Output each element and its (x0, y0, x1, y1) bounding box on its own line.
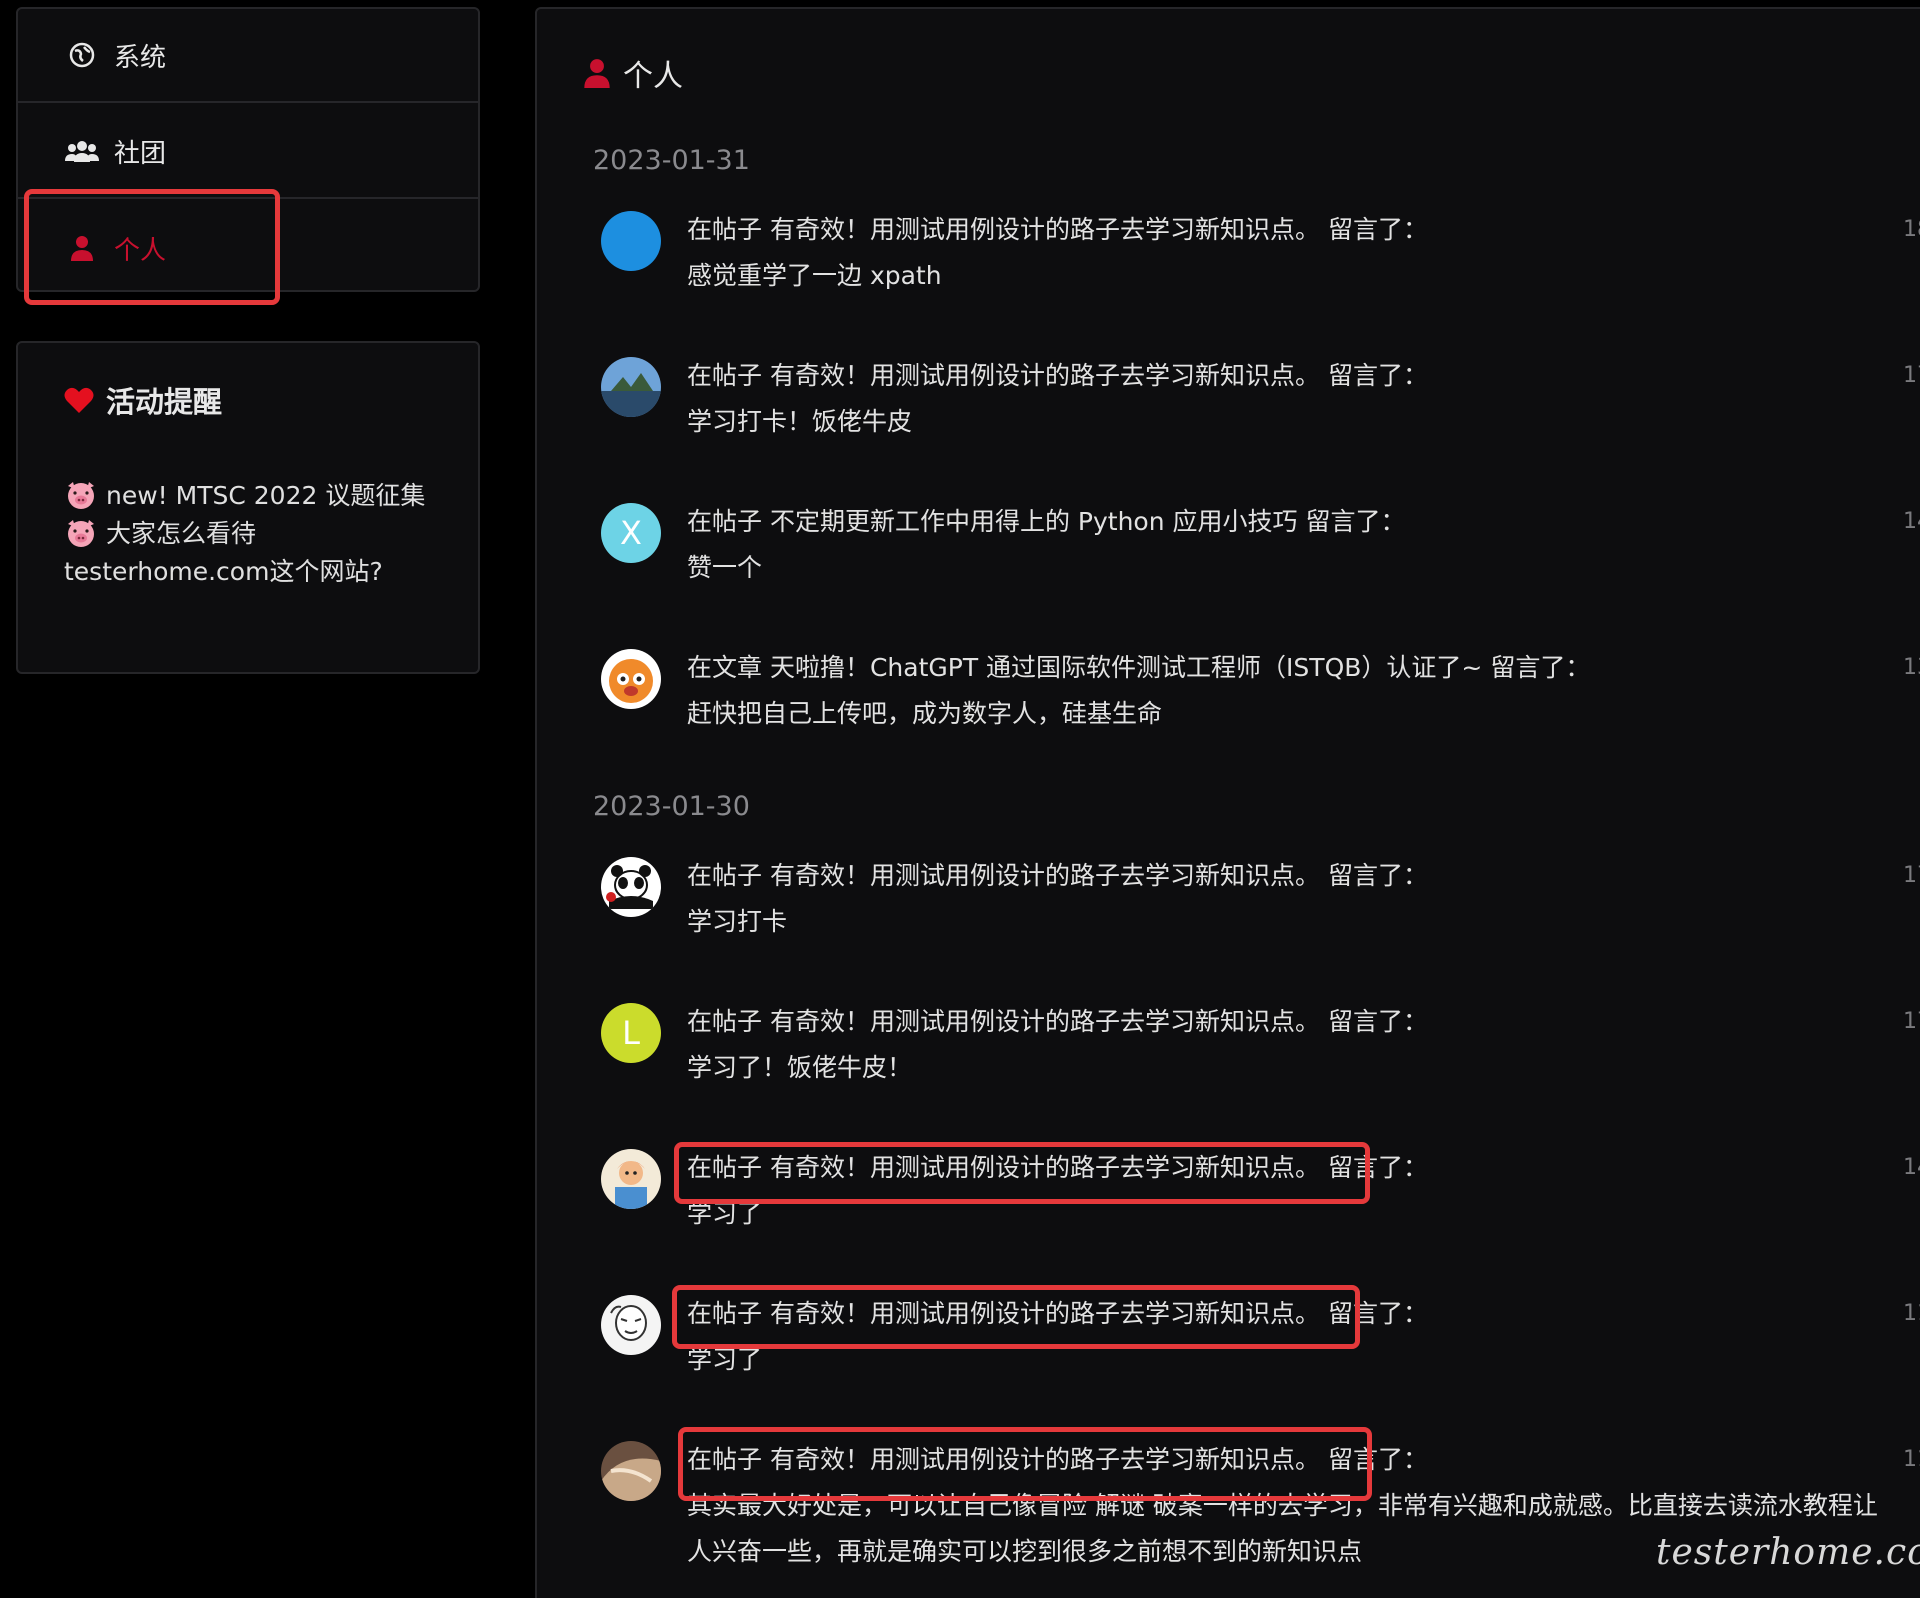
avatar[interactable] (601, 1149, 661, 1209)
timestamp: 14 (1903, 1155, 1920, 1180)
entry-suffix: 留言了： (1305, 507, 1406, 536)
entry-prefix: 在帖子 (687, 861, 763, 890)
pig-icon (68, 482, 94, 509)
entry-suffix: 留言了： (1327, 1007, 1428, 1036)
comment-text: 感觉重学了一边 xpath (687, 261, 942, 290)
entry-text: 在帖子 有奇效！用测试用例设计的路子去学习新知识点。 留言了： 学习了 (687, 1291, 1897, 1383)
timestamp: 14 (1903, 509, 1920, 534)
page-title: 个人 (583, 51, 683, 95)
post-link[interactable]: 有奇效！用测试用例设计的路子去学习新知识点。 (770, 1153, 1320, 1182)
entry-suffix: 留言了： (1327, 1153, 1428, 1182)
activity-link[interactable]: 大家怎么看待 testerhome.com这个网站? (64, 515, 444, 591)
page: 系统 社团 个人 活动提醒 new! MTSC 2022 议题征集 大家怎么看待… (0, 0, 1920, 1598)
entry-prefix: 在帖子 (687, 1007, 763, 1036)
users-icon (64, 135, 100, 167)
timestamp: 17 (1903, 363, 1920, 388)
entry-prefix: 在文章 (687, 653, 763, 682)
comment-text: 学习打卡！饭佬牛皮 (687, 407, 913, 436)
comment-text: 学习打卡 (687, 907, 788, 936)
activity-title: 活动提醒 (64, 379, 222, 421)
entry-prefix: 在帖子 (687, 215, 763, 244)
entry-suffix: 留言了： (1490, 653, 1591, 682)
date-header: 2023-01-30 (593, 791, 750, 822)
entry-text: 在帖子 有奇效！用测试用例设计的路子去学习新知识点。 留言了： 学习打卡！饭佬牛… (687, 353, 1897, 445)
entry-text: 在帖子 有奇效！用测试用例设计的路子去学习新知识点。 留言了： 学习打卡 (687, 853, 1897, 945)
avatar[interactable] (601, 357, 661, 417)
timestamp: 17 (1903, 863, 1920, 888)
entry-prefix: 在帖子 (687, 1153, 763, 1182)
activity-list: new! MTSC 2022 议题征集 大家怎么看待 testerhome.co… (64, 477, 444, 591)
avatar[interactable] (601, 857, 661, 917)
activity-link-text: 大家怎么看待 testerhome.com这个网站? (64, 519, 383, 586)
comment-text: 赞一个 (687, 553, 763, 582)
post-link[interactable]: 有奇效！用测试用例设计的路子去学习新知识点。 (770, 1445, 1320, 1474)
avatar[interactable] (601, 1295, 661, 1355)
activity-link-text: new! MTSC 2022 议题征集 (106, 481, 426, 510)
sidebar-item-community[interactable]: 社团 (18, 105, 478, 199)
post-link[interactable]: 天啦撸！ChatGPT 通过国际软件测试工程师（ISTQB）认证了~ (770, 653, 1482, 682)
entry-suffix: 留言了： (1327, 361, 1428, 390)
entry-prefix: 在帖子 (687, 1299, 763, 1328)
timestamp: 17 (1903, 1009, 1920, 1034)
entry-suffix: 留言了： (1327, 1445, 1428, 1474)
timestamp: 11 (1903, 1447, 1920, 1472)
avatar[interactable]: L (601, 1003, 661, 1063)
heart-icon (64, 386, 94, 414)
entry-text: 在帖子 有奇效！用测试用例设计的路子去学习新知识点。 留言了： 学习了！饭佬牛皮… (687, 999, 1897, 1091)
timestamp: 11 (1903, 1301, 1920, 1326)
entry-suffix: 留言了： (1327, 861, 1428, 890)
globe-icon (64, 39, 100, 71)
activity-panel: 活动提醒 new! MTSC 2022 议题征集 大家怎么看待 testerho… (16, 341, 480, 674)
timestamp: 18 (1903, 217, 1920, 242)
entry-text: 在文章 天啦撸！ChatGPT 通过国际软件测试工程师（ISTQB）认证了~ 留… (687, 645, 1897, 737)
user-icon (583, 58, 611, 88)
sidebar-item-label: 社团 (114, 138, 167, 169)
entry-suffix: 留言了： (1327, 1299, 1428, 1328)
activity-link[interactable]: new! MTSC 2022 议题征集 (64, 477, 444, 515)
watermark: testerhome.com (1656, 1532, 1920, 1573)
avatar[interactable] (601, 649, 661, 709)
post-link[interactable]: 有奇效！用测试用例设计的路子去学习新知识点。 (770, 861, 1320, 890)
sidebar-item-label: 系统 (114, 42, 167, 73)
post-link[interactable]: 不定期更新工作中用得上的 Python 应用小技巧 (770, 507, 1298, 536)
post-link[interactable]: 有奇效！用测试用例设计的路子去学习新知识点。 (770, 361, 1320, 390)
avatar[interactable] (601, 211, 661, 271)
avatar[interactable]: X (601, 503, 661, 563)
entry-text: 在帖子 有奇效！用测试用例设计的路子去学习新知识点。 留言了： 感觉重学了一边 … (687, 207, 1897, 299)
sidebar-nav: 系统 社团 个人 (16, 7, 480, 292)
main-panel: 个人 2023-01-31 在帖子 有奇效！用测试用例设计的路子去学习新知识点。… (535, 7, 1920, 1598)
user-icon (64, 232, 100, 264)
entry-prefix: 在帖子 (687, 1445, 763, 1474)
date-header: 2023-01-31 (593, 145, 750, 176)
activity-title-text: 活动提醒 (106, 385, 223, 419)
entry-text: 在帖子 有奇效！用测试用例设计的路子去学习新知识点。 留言了： 学习了 (687, 1145, 1897, 1237)
sidebar-item-personal[interactable]: 个人 (18, 201, 478, 295)
page-title-text: 个人 (623, 59, 683, 94)
comment-text: 学习了 (687, 1345, 763, 1374)
sidebar-item-system[interactable]: 系统 (18, 9, 478, 103)
avatar-letter: X (620, 514, 642, 552)
entry-suffix: 留言了： (1327, 215, 1428, 244)
post-link[interactable]: 有奇效！用测试用例设计的路子去学习新知识点。 (770, 1007, 1320, 1036)
comment-text: 赶快把自己上传吧，成为数字人，硅基生命 (687, 699, 1163, 728)
post-link[interactable]: 有奇效！用测试用例设计的路子去学习新知识点。 (770, 215, 1320, 244)
sidebar-item-label: 个人 (114, 235, 167, 266)
entry-prefix: 在帖子 (687, 507, 763, 536)
timestamp: 13 (1903, 655, 1920, 680)
post-link[interactable]: 有奇效！用测试用例设计的路子去学习新知识点。 (770, 1299, 1320, 1328)
entry-prefix: 在帖子 (687, 361, 763, 390)
pig-icon (68, 520, 94, 547)
avatar-letter: L (622, 1014, 640, 1052)
comment-text: 学习了 (687, 1199, 763, 1228)
comment-text: 学习了！饭佬牛皮！ (687, 1053, 913, 1082)
avatar[interactable] (601, 1441, 661, 1501)
entry-text: 在帖子 不定期更新工作中用得上的 Python 应用小技巧 留言了： 赞一个 (687, 499, 1897, 591)
